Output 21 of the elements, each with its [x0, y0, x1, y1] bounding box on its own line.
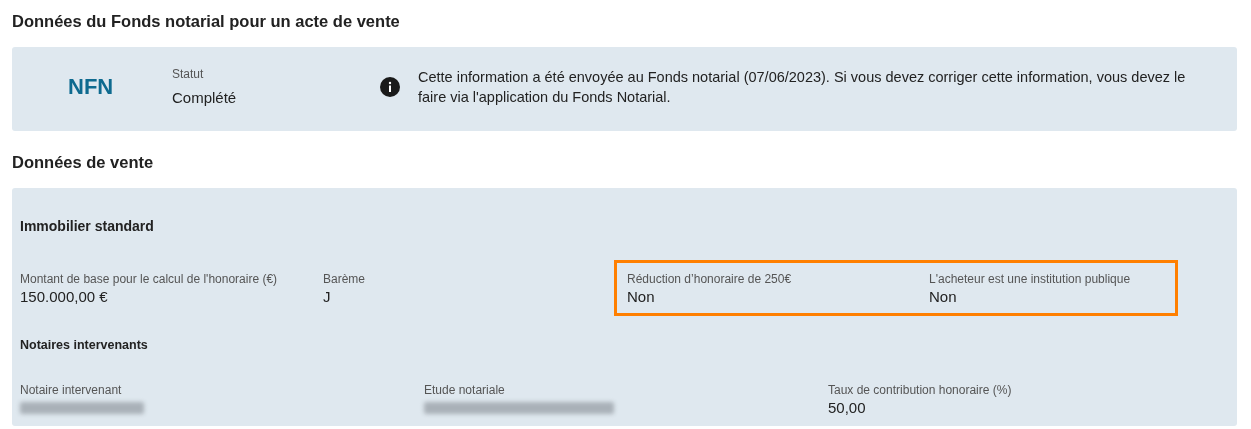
field-value: Non — [929, 287, 958, 307]
field-label: Taux de contribution honoraire (%) — [828, 382, 1013, 398]
field-value: Complété — [172, 88, 238, 108]
section-title: Données de vente — [12, 153, 155, 172]
field-value: 50,00 — [828, 398, 867, 418]
field-label: Réduction d’honoraire de 250€ — [627, 271, 793, 287]
nfn-logo: NFN — [68, 74, 115, 100]
field-value: Non — [627, 287, 656, 307]
info-message: Cette information a été envoyée au Fonds notarial (07/06/2023). Si vous devez corriger cette information, vous devez le faire via l'application du Fonds Notarial. — [418, 68, 1187, 107]
field-label: Etude notariale — [424, 382, 506, 398]
field-label: L'acheteur est une institution publique — [929, 271, 1132, 287]
field-value: 150.000,00 € — [20, 287, 109, 307]
subsection-title: Notaires intervenants — [20, 338, 149, 352]
section-title: Données du Fonds notarial pour un acte de vente — [12, 12, 401, 31]
field-value: J — [323, 287, 332, 307]
field-label: Montant de base pour le calcul de l'honoraire (€) — [20, 271, 279, 287]
field-label: Notaire intervenant — [20, 382, 123, 398]
info-icon — [380, 77, 400, 97]
field-label: Statut — [172, 66, 205, 82]
field-label: Barème — [323, 271, 367, 287]
subsection-title: Immobilier standard — [20, 218, 155, 234]
